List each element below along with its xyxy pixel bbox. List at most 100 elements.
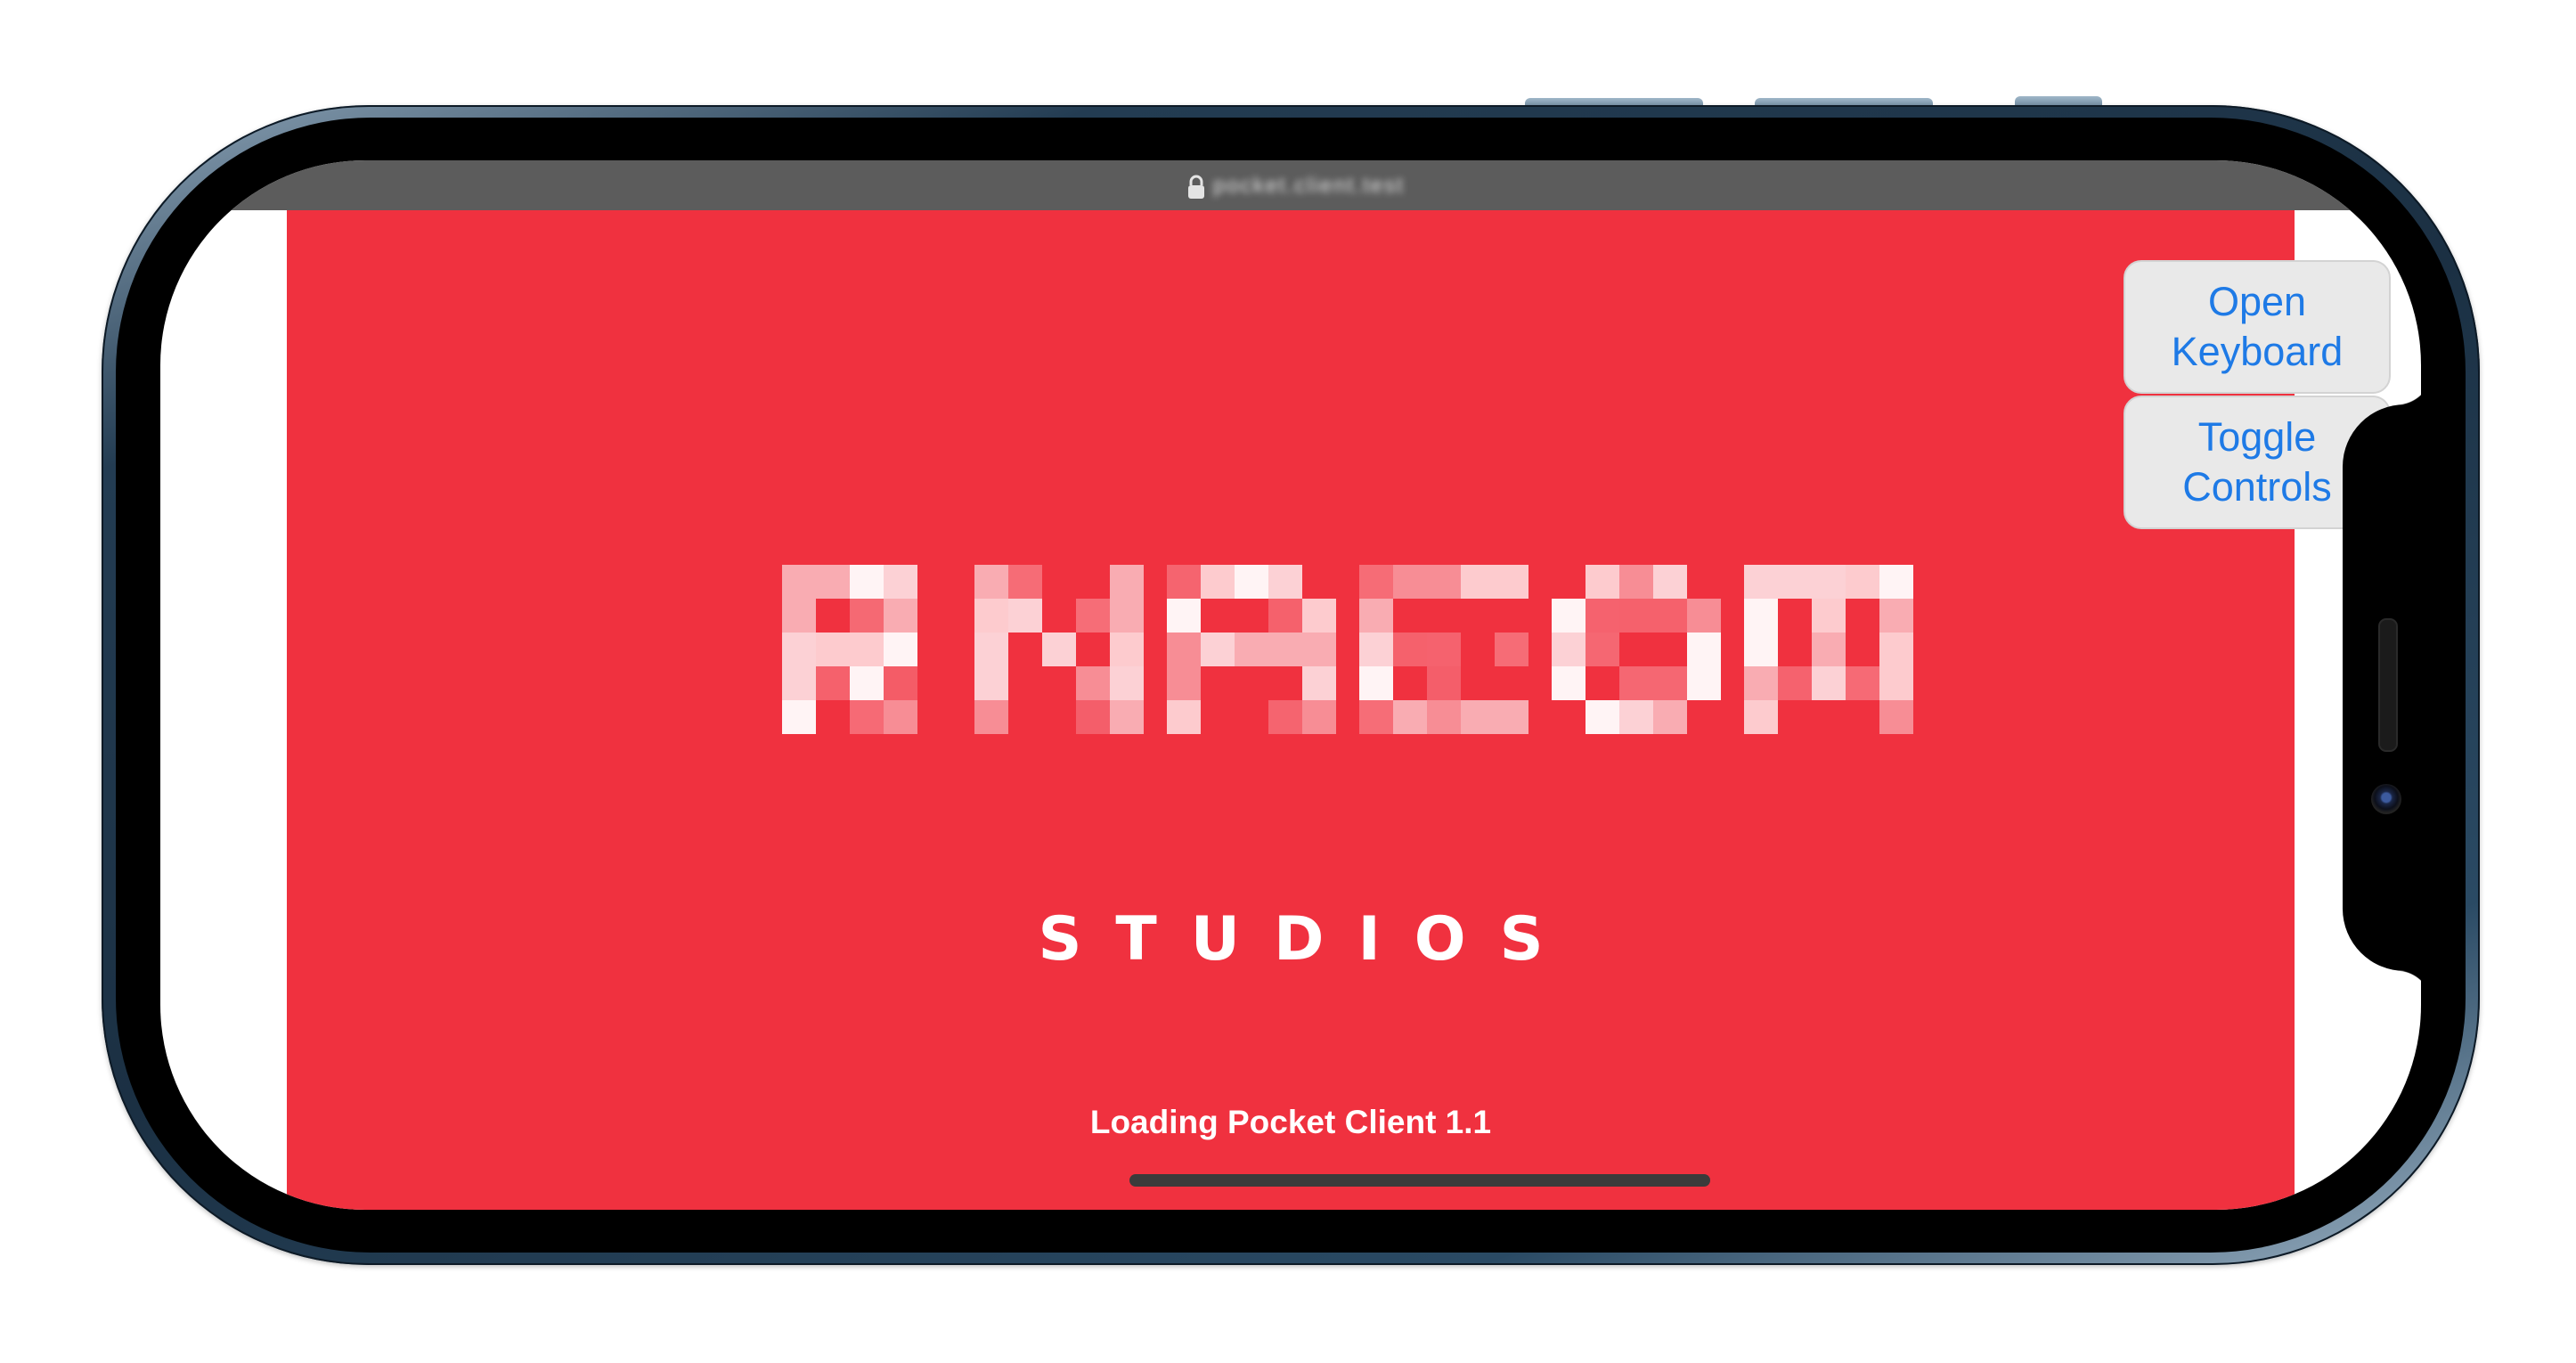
logo-pixel [1461, 666, 1495, 700]
browser-url-bar[interactable]: pocket.client.test [160, 160, 2421, 210]
logo-pixel [1687, 666, 1721, 700]
logo-pixel [1812, 666, 1846, 700]
logo-pixel [1879, 700, 1913, 734]
home-indicator[interactable] [1129, 1174, 1710, 1187]
logo-pixel [816, 633, 850, 666]
logo-pixel [816, 666, 850, 700]
logo-pixel [1393, 666, 1427, 700]
logo-pixel [1201, 633, 1235, 666]
logo-pixel [1812, 633, 1846, 666]
logo-pixel [1167, 599, 1201, 633]
logo-pixel [974, 565, 1008, 599]
logo-pixel [1495, 565, 1528, 599]
logo-pixel [1744, 565, 1778, 599]
earpiece-speaker [2378, 618, 2398, 752]
logo-pixel [1427, 700, 1461, 734]
logo-pixel [1778, 666, 1812, 700]
logo-pixel [1076, 666, 1110, 700]
logo-pixel [917, 599, 951, 633]
logo-pixel [1778, 633, 1812, 666]
logo-pixel [1076, 700, 1110, 734]
logo-pixel [1619, 633, 1653, 666]
logo-pixel [1427, 633, 1461, 666]
logo-pixel [1268, 666, 1302, 700]
logo-pixel [1461, 565, 1495, 599]
logo-pixel [1846, 633, 1879, 666]
lock-icon [1188, 175, 1204, 199]
logo-pixel [816, 565, 850, 599]
logo-pixel [1495, 599, 1528, 633]
logo-pixel [1359, 700, 1393, 734]
logo-pixel [850, 700, 884, 734]
open-keyboard-button[interactable]: Open Keyboard [2124, 260, 2391, 394]
logo-pixel [1201, 666, 1235, 700]
logo-pixel [1302, 666, 1336, 700]
logo-pixel [1076, 565, 1110, 599]
logo-pixel [816, 700, 850, 734]
logo-pixel [1879, 666, 1913, 700]
logo-pixel [1586, 633, 1619, 666]
logo-pixel [782, 633, 816, 666]
logo-pixel [974, 666, 1008, 700]
logo-pixel [1302, 633, 1336, 666]
logo-pixel [1302, 700, 1336, 734]
logo-pixel [1427, 666, 1461, 700]
logo-pixel [1461, 599, 1495, 633]
logo-pixel [1879, 633, 1913, 666]
logo-pixel [1879, 565, 1913, 599]
logo-pixel [1110, 633, 1144, 666]
logo-pixel [1359, 565, 1393, 599]
logo-pixel [1427, 599, 1461, 633]
logo-pixel [884, 565, 917, 599]
logo-pixel [917, 666, 951, 700]
logo-pixel [1201, 599, 1235, 633]
logo-pixel [1586, 666, 1619, 700]
logo-pixel [1008, 666, 1042, 700]
logo-pixel [1359, 666, 1393, 700]
logo-pixel [1552, 565, 1586, 599]
logo-pixel [1653, 599, 1687, 633]
logo-pixel [884, 633, 917, 666]
logo-pixel [884, 666, 917, 700]
logo-pixel [782, 565, 816, 599]
logo-pixel [1778, 565, 1812, 599]
logo-pixel [1653, 700, 1687, 734]
logo-pixel [1687, 700, 1721, 734]
logo-pixel [1552, 700, 1586, 734]
logo-pixel [1268, 633, 1302, 666]
logo-pixel [1235, 666, 1268, 700]
logo-pixel [1586, 565, 1619, 599]
game-viewport[interactable]: STUDIOS Loading Pocket Client 1.1 Open K… [287, 210, 2391, 1210]
logo-pixel [917, 565, 951, 599]
logo-pixel [1302, 565, 1336, 599]
rnacom-logo [782, 558, 1913, 739]
logo-pixel [1268, 599, 1302, 633]
logo-pixel [1552, 633, 1586, 666]
logo-pixel [1268, 700, 1302, 734]
logo-pixel [1495, 700, 1528, 734]
logo-pixel [1846, 700, 1879, 734]
logo-pixel [1744, 633, 1778, 666]
logo-pixel [1042, 599, 1076, 633]
logo-pixel [1687, 599, 1721, 633]
logo-pixel [917, 700, 951, 734]
logo-pixel [1393, 565, 1427, 599]
logo-pixel [816, 599, 850, 633]
logo-pixel [1359, 633, 1393, 666]
logo-pixel [1744, 599, 1778, 633]
logo-pixel [1393, 599, 1427, 633]
logo-pixel [1110, 666, 1144, 700]
logo-pixel [850, 565, 884, 599]
logo-pixel [1427, 565, 1461, 599]
logo-pixel [850, 599, 884, 633]
logo-pixel [1008, 633, 1042, 666]
logo-pixel [1167, 700, 1201, 734]
logo-pixel [1268, 565, 1302, 599]
logo-pixel [1846, 565, 1879, 599]
logo-pixel [1653, 666, 1687, 700]
logo-pixel [1619, 666, 1653, 700]
logo-pixel [884, 599, 917, 633]
front-camera [2371, 784, 2401, 814]
logo-pixel [1846, 666, 1879, 700]
logo-pixel [1042, 565, 1076, 599]
